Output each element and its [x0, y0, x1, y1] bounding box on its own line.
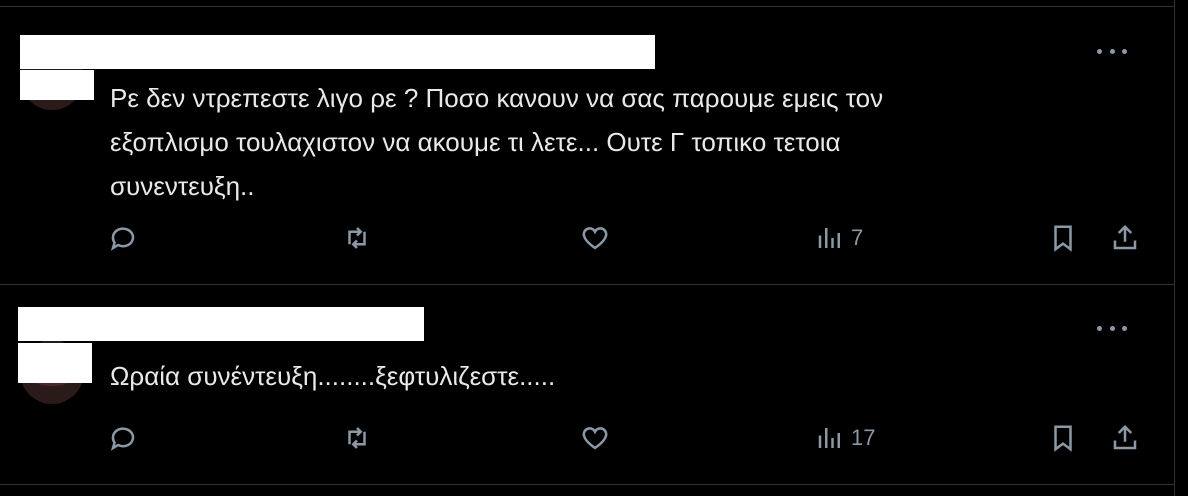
reply-button[interactable]	[108, 420, 138, 456]
views-icon	[818, 228, 840, 248]
views-count: 7	[851, 225, 864, 250]
like-button[interactable]	[580, 220, 610, 256]
bookmark-icon	[1054, 225, 1072, 252]
action-bar: 17	[0, 420, 1175, 456]
retweet-button[interactable]	[342, 220, 372, 256]
reply-icon	[110, 227, 135, 251]
like-button[interactable]	[580, 420, 610, 456]
bookmark-icon	[1054, 425, 1072, 452]
share-icon	[1113, 224, 1137, 250]
views-count: 17	[851, 425, 876, 450]
like-icon	[582, 227, 608, 250]
tweet-text: Ωραία συνέντευξη........ξεφτυλιζεστε....…	[110, 361, 556, 391]
views-button[interactable]: 17	[815, 420, 875, 456]
redacted-username	[18, 307, 424, 341]
views-icon	[818, 428, 840, 448]
redaction-box	[20, 70, 94, 100]
reply-icon	[110, 427, 135, 451]
share-button[interactable]	[1110, 220, 1140, 256]
redaction-box	[18, 343, 92, 383]
bookmark-button[interactable]	[1048, 420, 1078, 456]
retweet-icon	[348, 227, 366, 249]
bookmark-button[interactable]	[1048, 220, 1078, 256]
action-bar: 7	[0, 220, 1175, 256]
reply-button[interactable]	[108, 220, 138, 256]
separator	[0, 284, 1175, 285]
like-icon	[582, 427, 608, 450]
views-button[interactable]: 7	[815, 220, 863, 256]
more-icon[interactable]	[1097, 44, 1127, 58]
retweet-icon	[348, 427, 366, 449]
redacted-username	[20, 35, 655, 69]
timeline: Ρε δεν ντρεπεστε λιγο ρε ? Ποσο κανουν ν…	[0, 0, 1175, 496]
share-button[interactable]	[1110, 420, 1140, 456]
separator	[0, 484, 1175, 485]
separator	[0, 6, 1175, 7]
more-icon[interactable]	[1097, 321, 1127, 335]
share-icon	[1113, 424, 1137, 450]
retweet-button[interactable]	[342, 420, 372, 456]
tweet-text: Ρε δεν ντρεπεστε λιγο ρε ? Ποσο κανουν ν…	[110, 83, 884, 201]
